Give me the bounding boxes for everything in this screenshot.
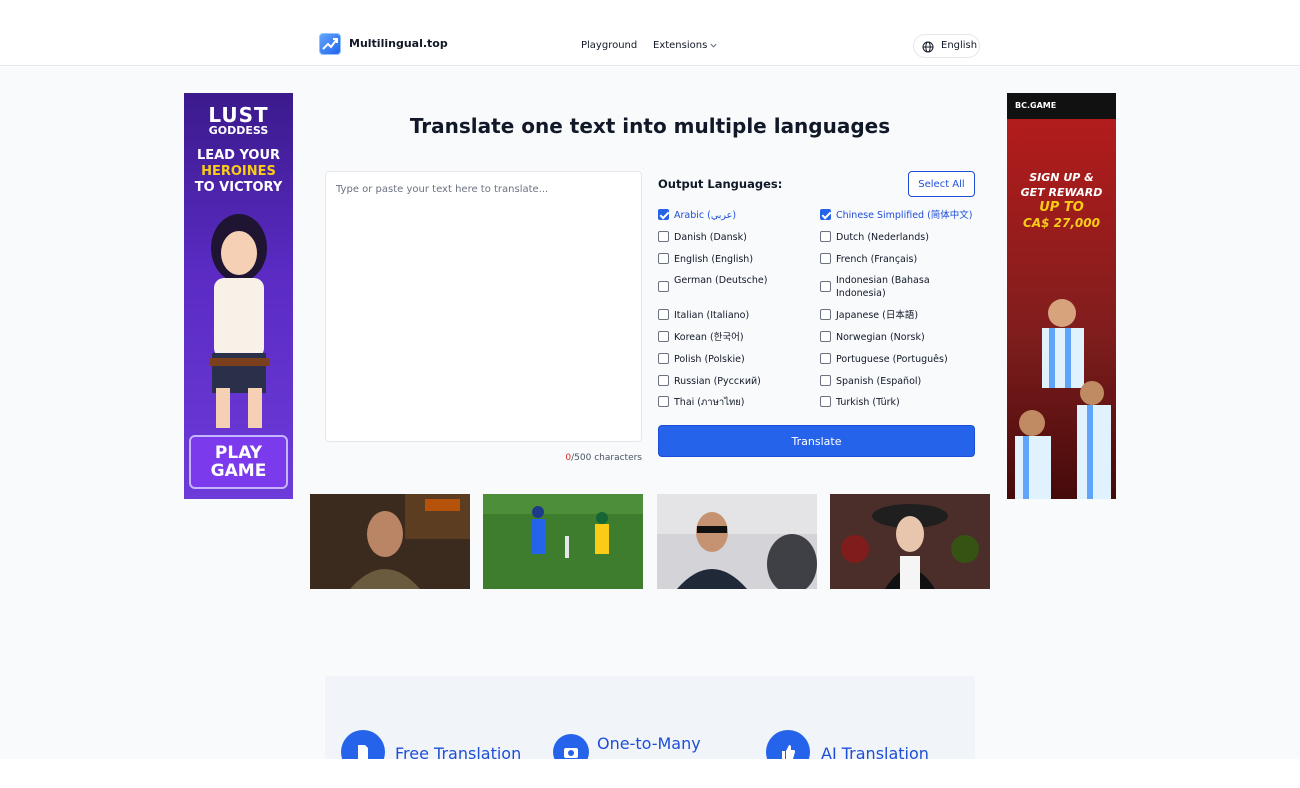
- language-checkbox[interactable]: [820, 253, 831, 264]
- character-limit: /500 characters: [571, 453, 642, 463]
- thumbnail-2-image: [483, 494, 643, 589]
- feature-free-translation: Free Translation: [395, 744, 522, 759]
- ad-right-line1: SIGN UP &: [1029, 171, 1094, 184]
- language-option-label[interactable]: Arabic (عربي): [674, 209, 809, 222]
- ad-left-cta2: GAME: [210, 461, 267, 481]
- language-option-label[interactable]: Russian (Русский): [674, 375, 809, 388]
- language-checkbox[interactable]: [658, 253, 669, 264]
- language-option-label[interactable]: Korean (한국어): [674, 331, 809, 344]
- language-checkbox[interactable]: [658, 353, 669, 364]
- language-checkbox[interactable]: [820, 375, 831, 386]
- nav-extensions-label: Extensions: [653, 40, 708, 51]
- language-checkbox[interactable]: [658, 231, 669, 242]
- thumbs-up-icon: [782, 745, 795, 759]
- ad-left-play-button[interactable]: PLAY GAME: [189, 435, 288, 489]
- nav-playground[interactable]: Playground: [581, 40, 637, 51]
- bottom-strip: [0, 759, 1300, 788]
- brand-name[interactable]: Multilingual.top: [349, 37, 448, 50]
- ad-right-line2: GET REWARD: [1020, 186, 1103, 199]
- ad-right-line4: CA$ 27,000: [1023, 216, 1100, 230]
- video-thumbnail-1[interactable]: [310, 494, 470, 589]
- language-option-label[interactable]: Portuguese (Português): [836, 353, 976, 366]
- output-languages-label: Output Languages:: [658, 177, 783, 191]
- logo-chart-icon[interactable]: [319, 33, 341, 55]
- ad-right-players-image: [1015, 299, 1111, 499]
- ad-banner-right[interactable]: BC.GAME SIGN UP & GET REWARD UP TO CA$ 2…: [1007, 93, 1116, 499]
- source-text-input[interactable]: [325, 171, 642, 442]
- language-selector[interactable]: English: [913, 34, 980, 58]
- video-thumbnail-3[interactable]: [657, 494, 817, 589]
- thumbnail-1-image: [310, 494, 470, 589]
- language-option-label[interactable]: Spanish (Español): [836, 375, 976, 388]
- thumbnail-4-image: [830, 494, 990, 589]
- language-checkbox[interactable]: [820, 231, 831, 242]
- document-icon: [358, 745, 368, 759]
- video-thumbnail-2[interactable]: [483, 494, 643, 589]
- language-option-label[interactable]: English (English): [674, 253, 809, 266]
- page-title: Translate one text into multiple languag…: [409, 114, 891, 138]
- ad-banner-left[interactable]: LUST GODDESS LEAD YOUR HEROINES TO VICTO…: [184, 93, 293, 499]
- ad-right-brand: BC.GAME: [1015, 101, 1057, 110]
- features-section: Free Translation One-to-Many AI Translat…: [325, 676, 975, 759]
- ad-left-line2: GODDESS: [208, 124, 269, 137]
- language-option-label[interactable]: Danish (Dansk): [674, 231, 809, 244]
- language-checkbox[interactable]: [658, 309, 669, 320]
- language-option-label[interactable]: Indonesian (Bahasa Indonesia): [836, 274, 976, 300]
- feature-one-to-many: One-to-Many: [597, 734, 701, 753]
- language-checkbox[interactable]: [820, 331, 831, 342]
- feature-free-translation-icon-wrap: [341, 730, 385, 759]
- language-checkbox[interactable]: [820, 281, 831, 292]
- language-checkbox[interactable]: [658, 281, 669, 292]
- language-option-label[interactable]: Thai (ภาษาไทย): [674, 396, 809, 409]
- language-checkbox[interactable]: [658, 375, 669, 386]
- language-option-label[interactable]: Italian (Italiano): [674, 309, 809, 322]
- feature-ai-translation-icon-wrap: [766, 730, 810, 759]
- feature-ai-translation: AI Translation: [821, 744, 929, 759]
- nav-extensions[interactable]: Extensions: [653, 40, 718, 51]
- character-counter: 0/500 characters: [325, 453, 642, 463]
- language-checkbox[interactable]: [658, 209, 669, 220]
- feature-one-to-many-icon-wrap: [553, 734, 589, 759]
- language-option-label[interactable]: Turkish (Türk): [836, 396, 976, 409]
- language-checkbox[interactable]: [658, 396, 669, 407]
- language-option-label[interactable]: Chinese Simplified (简体中文): [836, 209, 976, 222]
- ad-left-line5: TO VICTORY: [194, 180, 283, 195]
- globe-icon: [922, 41, 934, 53]
- language-option-label[interactable]: Japanese (日本語): [836, 309, 976, 322]
- language-option-label[interactable]: French (Français): [836, 253, 976, 266]
- ad-left-cta1: PLAY: [214, 443, 263, 463]
- language-checkbox[interactable]: [820, 353, 831, 364]
- thumbnail-3-image: [657, 494, 817, 589]
- language-option-label[interactable]: Norwegian (Norsk): [836, 331, 976, 344]
- camera-icon: [564, 748, 578, 758]
- ad-left-line4: HEROINES: [201, 164, 276, 179]
- language-checkbox[interactable]: [820, 209, 831, 220]
- language-label: English: [941, 40, 978, 51]
- language-option-label[interactable]: Polish (Polskie): [674, 353, 809, 366]
- language-checkbox[interactable]: [658, 331, 669, 342]
- select-all-button[interactable]: Select All: [908, 171, 975, 197]
- ad-left-character-image: [209, 214, 269, 428]
- video-thumbnail-4[interactable]: [830, 494, 990, 589]
- ad-left-line3: LEAD YOUR: [196, 148, 281, 163]
- top-header: Multilingual.top Playground Extensions E…: [0, 0, 1300, 66]
- translate-button[interactable]: Translate: [658, 425, 975, 457]
- language-option-label[interactable]: German (Deutsche): [674, 274, 809, 287]
- language-checkbox[interactable]: [820, 309, 831, 320]
- ad-right-line3: UP TO: [1039, 200, 1084, 215]
- language-option-label[interactable]: Dutch (Nederlands): [836, 231, 976, 244]
- chevron-down-icon: [710, 43, 717, 48]
- language-checkbox[interactable]: [820, 396, 831, 407]
